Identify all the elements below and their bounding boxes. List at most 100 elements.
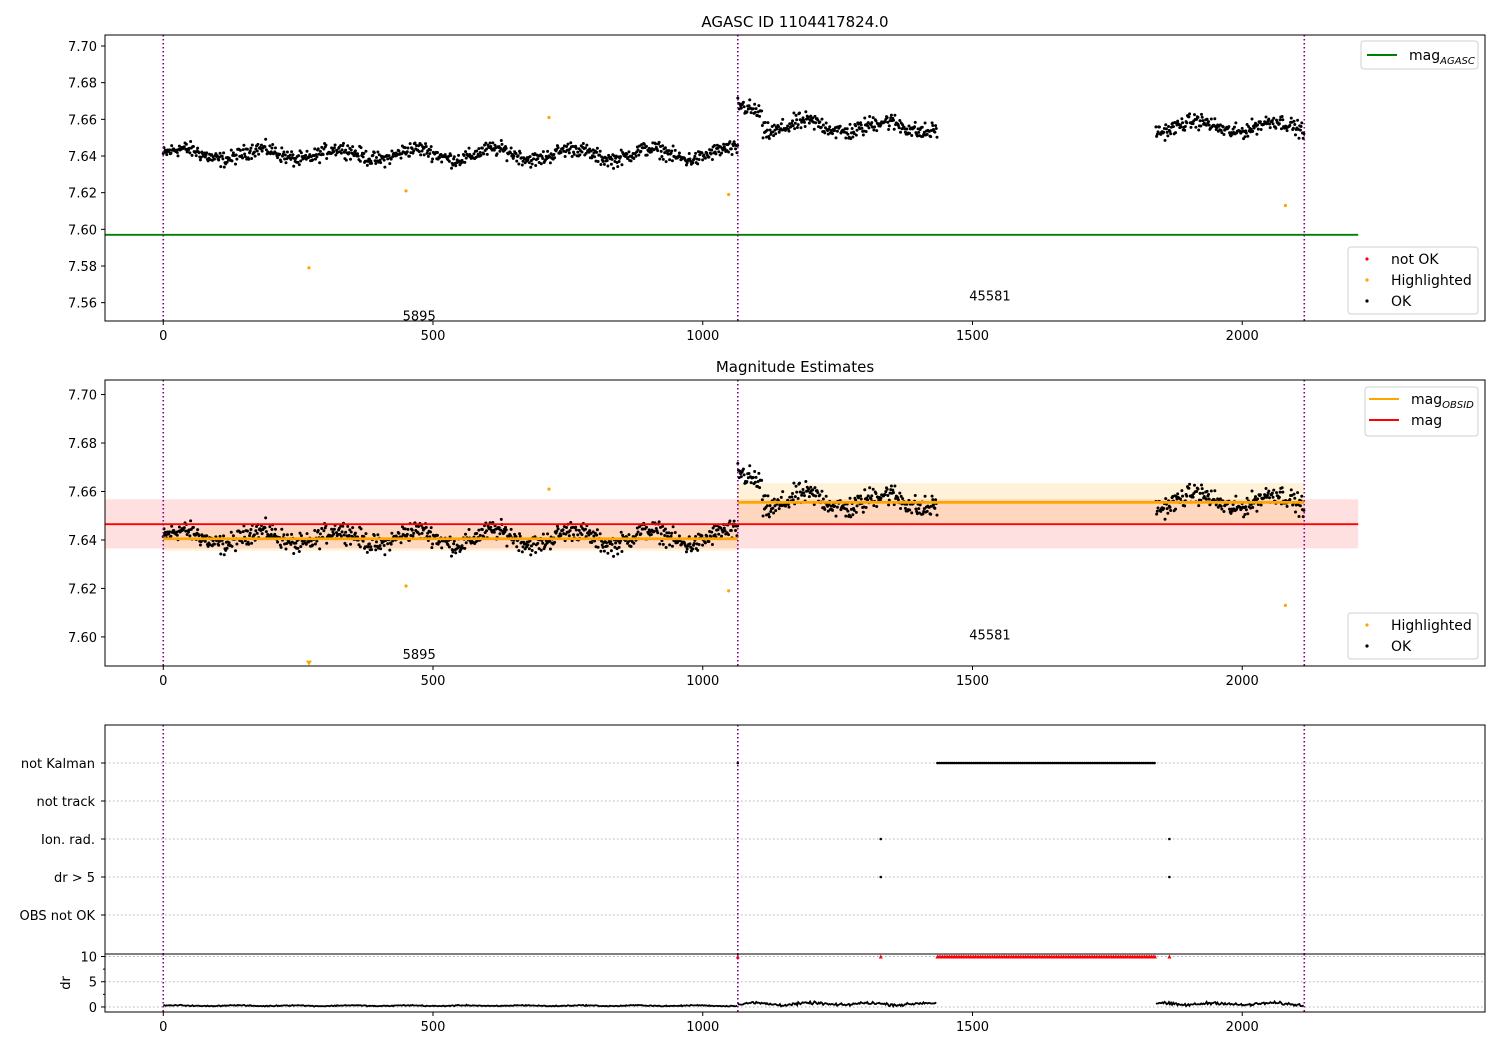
ok-point <box>548 161 552 165</box>
ok-point <box>892 127 896 131</box>
ok-point <box>860 126 864 130</box>
ok-point <box>734 147 738 151</box>
ok-point <box>397 531 401 535</box>
ok-point <box>754 475 758 479</box>
ok-point <box>694 151 698 155</box>
ok-point <box>245 529 249 533</box>
ok-point <box>383 553 387 557</box>
ok-point <box>578 153 582 157</box>
ok-point <box>668 158 672 162</box>
ok-point <box>1198 491 1202 495</box>
ok-point <box>296 546 300 550</box>
ok-point <box>787 129 791 133</box>
ok-point <box>933 506 937 510</box>
ok-point <box>491 141 495 145</box>
ok-point <box>1180 117 1184 121</box>
ok-point <box>182 526 186 530</box>
ok-point <box>1205 489 1209 493</box>
ok-point <box>667 531 671 535</box>
ok-point <box>605 541 609 545</box>
ok-point <box>528 155 532 159</box>
ok-point <box>359 527 363 531</box>
ok-point <box>378 544 382 548</box>
panel-2-xtick-label: 500 <box>421 674 446 689</box>
ok-point <box>1169 132 1173 136</box>
ok-point <box>913 494 917 498</box>
ok-point <box>730 152 734 156</box>
ok-point <box>374 155 378 159</box>
ok-point <box>1254 495 1258 499</box>
ok-point <box>820 117 824 121</box>
panel-1-points <box>161 96 1306 170</box>
ok-point <box>1196 487 1200 491</box>
ok-point <box>588 529 592 533</box>
ok-point <box>344 148 348 152</box>
ok-point <box>861 510 865 514</box>
ok-point <box>297 163 301 167</box>
ok-point <box>1274 126 1278 130</box>
ok-point <box>658 157 662 161</box>
ok-point <box>833 129 837 133</box>
ok-point <box>1195 490 1199 494</box>
ok-point <box>846 509 850 513</box>
ok-point <box>250 143 254 147</box>
ok-point <box>284 161 288 165</box>
ok-point <box>185 533 189 537</box>
ok-point <box>802 494 806 498</box>
panel-1-ytick-label: 7.66 <box>68 113 97 128</box>
ok-point <box>929 135 933 139</box>
ok-point <box>426 154 430 158</box>
ok-point <box>791 492 795 496</box>
ok-point <box>346 144 350 148</box>
ok-point <box>454 164 458 168</box>
ok-point <box>1183 124 1187 128</box>
ok-point <box>198 543 202 547</box>
ok-point <box>196 146 200 150</box>
ok-point <box>391 155 395 159</box>
ok-point <box>768 504 772 508</box>
ok-point <box>757 471 761 475</box>
ok-point <box>1187 486 1191 490</box>
ok-point <box>482 152 486 156</box>
ok-point <box>417 524 421 528</box>
panel-3-ytick-label: Ion. rad. <box>41 833 95 848</box>
ok-point <box>318 149 322 153</box>
ok-point <box>559 151 563 155</box>
ok-point <box>222 553 226 557</box>
ok-point <box>341 524 345 528</box>
ok-point <box>767 136 771 140</box>
ok-point <box>205 151 209 155</box>
ok-point <box>1291 126 1295 130</box>
ok-point <box>893 113 897 117</box>
ok-point <box>1179 125 1183 129</box>
ok-point <box>1213 489 1217 493</box>
ok-point <box>463 160 467 164</box>
ok-point <box>220 154 224 158</box>
ok-point <box>457 153 461 157</box>
ok-point <box>619 530 623 534</box>
ok-point <box>1162 130 1166 134</box>
ok-point <box>1163 138 1167 142</box>
ok-point <box>749 481 753 485</box>
ok-point <box>358 545 362 549</box>
ok-point <box>1221 125 1225 129</box>
ok-point <box>217 543 221 547</box>
ok-point <box>419 153 423 157</box>
ok-point <box>748 464 752 468</box>
ok-point <box>253 154 257 158</box>
ok-point <box>869 497 873 501</box>
ok-point <box>1259 503 1263 507</box>
ok-point <box>667 149 671 153</box>
ok-point <box>1213 117 1217 121</box>
ok-point <box>365 163 369 167</box>
ok-point <box>899 130 903 134</box>
panel-1-ytick-label: 7.62 <box>68 187 97 202</box>
ok-point <box>189 519 193 523</box>
ok-point <box>225 546 229 550</box>
ok-point <box>1156 506 1160 510</box>
ok-point <box>518 151 522 155</box>
ok-point <box>664 545 668 549</box>
ok-point <box>606 551 610 555</box>
ok-point <box>1293 122 1297 126</box>
ok-point <box>745 110 749 114</box>
